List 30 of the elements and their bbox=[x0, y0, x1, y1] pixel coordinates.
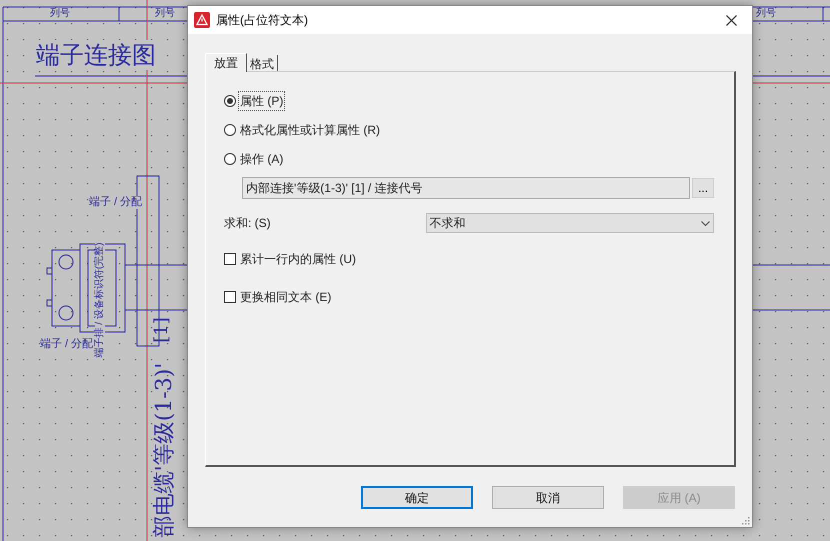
drawing-title: 端子连接图 bbox=[36, 40, 156, 70]
radio-label: 操作 (A) bbox=[239, 151, 284, 168]
radio-button[interactable] bbox=[224, 153, 236, 165]
checkbox-label: 累计一行内的属性 (U) bbox=[240, 251, 356, 268]
column-header: 列号 bbox=[756, 8, 776, 20]
resize-grip-icon bbox=[741, 516, 750, 525]
radio-button[interactable] bbox=[224, 95, 236, 107]
sum-dropdown[interactable]: 不求和 bbox=[426, 213, 714, 233]
chevron-down-icon bbox=[701, 220, 710, 226]
column-header: 列号 bbox=[155, 8, 175, 20]
sum-label: 求和: (S) bbox=[224, 215, 272, 232]
radio-label: 格式化属性或计算属性 (R) bbox=[239, 122, 381, 139]
close-icon bbox=[726, 14, 736, 26]
tab[interactable]: 放置 bbox=[205, 53, 247, 72]
warning-icon bbox=[194, 12, 210, 28]
window-title: 属性(占位符文本) bbox=[216, 12, 309, 29]
dialog-button[interactable]: 确定 bbox=[361, 486, 473, 509]
browse-button[interactable]: ... bbox=[692, 178, 714, 198]
drawing-label: 部电缆'等级(1-3)' bbox=[154, 362, 176, 538]
dialog-button[interactable]: 取消 bbox=[492, 486, 604, 509]
radio-label: 属性 (P) bbox=[239, 92, 284, 110]
action-field[interactable]: 内部连接'等级(1-3)' [1] / 连接代号 bbox=[242, 177, 690, 199]
radio-button[interactable] bbox=[224, 124, 236, 136]
checkbox-label: 更换相同文本 (E) bbox=[240, 289, 332, 306]
checkbox[interactable] bbox=[224, 291, 236, 303]
drawing-label: 端子 / 分配 bbox=[40, 338, 94, 351]
column-header: 列号 bbox=[50, 8, 70, 20]
checkbox[interactable] bbox=[224, 253, 236, 265]
drawing-label: 端子 / 分配 bbox=[89, 196, 142, 209]
drawing-label: 端子排 / 设备标识符(完整) bbox=[95, 242, 105, 358]
